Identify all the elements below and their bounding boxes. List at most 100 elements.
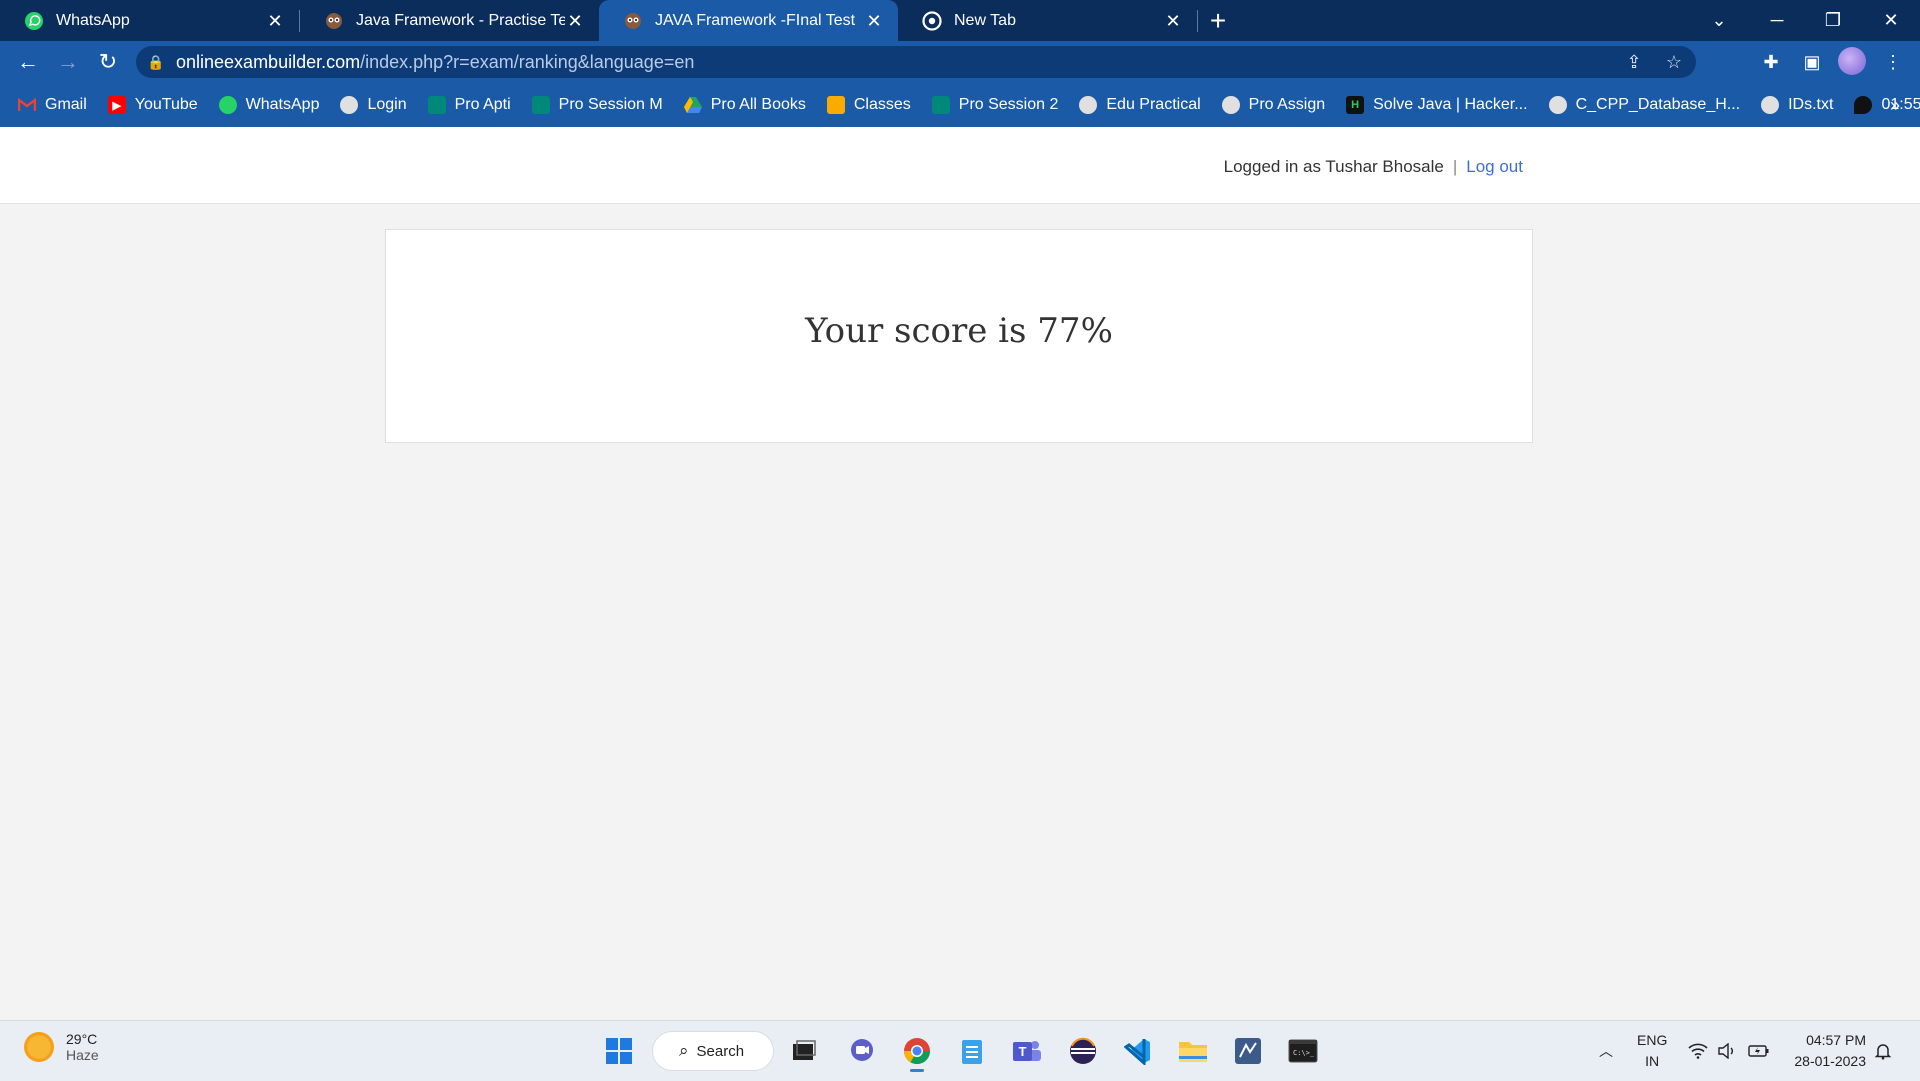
clock-time: 04:57 PM xyxy=(1806,1032,1866,1048)
bookmark-whatsapp[interactable]: WhatsApp xyxy=(218,96,319,114)
system-clock[interactable]: 04:57 PM 28-01-2023 xyxy=(1794,1030,1866,1072)
bookmark-label: Pro Apti xyxy=(454,96,511,113)
back-icon[interactable]: ← xyxy=(8,44,48,80)
close-window-icon[interactable]: ✕ xyxy=(1871,0,1911,41)
wifi-icon[interactable] xyxy=(1688,1021,1708,1081)
bookmark-edu-practical[interactable]: Edu Practical xyxy=(1079,96,1201,114)
windows-taskbar: 29°C Haze ⌕ Search T C:\>_ ︿ ENG IN 04:5… xyxy=(0,1020,1920,1081)
file-explorer-app[interactable] xyxy=(1171,1029,1215,1073)
logged-in-text: Logged in as Tushar Bhosale xyxy=(1223,157,1444,176)
more-bookmarks-icon[interactable]: » xyxy=(1890,83,1900,127)
weather-widget[interactable]: 29°C Haze xyxy=(24,1031,99,1063)
notepad-app[interactable] xyxy=(950,1029,994,1073)
teams-app[interactable]: T xyxy=(1005,1029,1049,1073)
close-tab-icon[interactable]: ✕ xyxy=(1163,11,1183,31)
language-code: ENG xyxy=(1637,1032,1668,1048)
url-domain: onlineexambuilder.com xyxy=(176,51,361,72)
bookmark-c-cpp-database[interactable]: C_CPP_Database_H... xyxy=(1548,96,1741,114)
eclipse-app[interactable] xyxy=(1061,1029,1105,1073)
tab-final-test[interactable]: JAVA Framework -FInal Test ✕ xyxy=(599,0,898,41)
login-status: Logged in as Tushar Bhosale | Log out xyxy=(1224,157,1523,177)
globe-icon xyxy=(1221,96,1240,114)
bookmark-pro-assign[interactable]: Pro Assign xyxy=(1221,96,1325,114)
globe-icon xyxy=(1761,96,1780,114)
bookmark-gmail[interactable]: Gmail xyxy=(18,96,87,114)
taskbar-search[interactable]: ⌕ Search xyxy=(652,1031,774,1071)
start-button[interactable] xyxy=(597,1029,641,1073)
task-view-button[interactable] xyxy=(782,1029,826,1073)
bookmark-solve-java[interactable]: H Solve Java | Hacker... xyxy=(1346,96,1528,114)
logout-link[interactable]: Log out xyxy=(1466,157,1523,177)
side-panel-icon[interactable]: ▣ xyxy=(1794,44,1830,80)
weather-sun-icon xyxy=(24,1032,54,1062)
terminal-app[interactable]: C:\>_ xyxy=(1281,1029,1325,1073)
bookmark-label: IDs.txt xyxy=(1788,96,1834,113)
reload-icon[interactable]: ↻ xyxy=(88,44,128,80)
share-icon[interactable]: ⇪ xyxy=(1616,46,1652,78)
search-label: Search xyxy=(696,1042,745,1060)
chat-app[interactable] xyxy=(840,1029,884,1073)
owl-icon xyxy=(623,11,643,31)
bookmark-classes[interactable]: Classes xyxy=(826,96,911,114)
volume-icon[interactable] xyxy=(1717,1021,1737,1081)
site-header: Logged in as Tushar Bhosale | Log out xyxy=(0,127,1920,204)
hackerrank-icon: H xyxy=(1346,96,1365,114)
bookmark-pro-session-2[interactable]: Pro Session 2 xyxy=(931,96,1058,114)
vscode-app[interactable] xyxy=(1116,1029,1160,1073)
tab-label: JAVA Framework -FInal Test xyxy=(655,11,856,29)
whatsapp-icon xyxy=(24,11,44,31)
chrome-icon xyxy=(922,10,942,31)
bookmark-timer[interactable]: 01:55:10 xyxy=(1854,96,1920,114)
classroom-icon xyxy=(826,96,845,114)
tab-whatsapp[interactable]: WhatsApp ✕ xyxy=(0,0,299,41)
restore-icon[interactable]: ❐ xyxy=(1813,0,1853,41)
menu-kebab-icon[interactable]: ⋮ xyxy=(1875,44,1911,80)
bookmark-pro-session-m[interactable]: Pro Session M xyxy=(531,96,663,114)
profile-avatar[interactable] xyxy=(1838,47,1866,75)
login-separator: | xyxy=(1452,157,1458,176)
score-panel: Your score is 77% xyxy=(385,229,1533,443)
region-code: IN xyxy=(1645,1053,1660,1069)
bookmark-pro-all-books[interactable]: Pro All Books xyxy=(683,96,806,114)
bookmark-label: YouTube xyxy=(134,96,198,113)
folder-icon xyxy=(1179,1042,1207,1062)
tab-practise-test[interactable]: Java Framework - Practise Test ✕ xyxy=(300,0,599,41)
tab-new-tab[interactable]: New Tab ✕ xyxy=(898,0,1197,41)
task-view-icon xyxy=(793,1040,816,1060)
bookmark-youtube[interactable]: ▶ YouTube xyxy=(107,96,198,114)
svg-text:T: T xyxy=(1019,1044,1027,1059)
bookmark-pro-apti[interactable]: Pro Apti xyxy=(427,96,511,114)
notification-bell-icon[interactable] xyxy=(1874,1021,1892,1081)
extensions-icon[interactable]: ✚ xyxy=(1753,44,1789,80)
tab-search-chevron-icon[interactable]: ⌄ xyxy=(1699,0,1739,41)
close-tab-icon[interactable]: ✕ xyxy=(265,11,285,31)
bookmark-ids-txt[interactable]: IDs.txt xyxy=(1761,96,1833,114)
mysql-workbench-app[interactable] xyxy=(1226,1029,1270,1073)
minimize-icon[interactable]: ─ xyxy=(1757,0,1797,41)
address-bar[interactable]: 🔒 onlineexambuilder.com/index.php?r=exam… xyxy=(136,46,1696,78)
new-tab-button[interactable]: + xyxy=(1198,0,1238,41)
mysql-workbench-icon xyxy=(1235,1038,1261,1064)
close-tab-icon[interactable]: ✕ xyxy=(565,11,585,31)
chat-icon xyxy=(851,1039,873,1061)
bookmark-star-icon[interactable]: ☆ xyxy=(1656,46,1692,78)
bookmark-label: Login xyxy=(367,96,407,113)
battery-charging-icon[interactable] xyxy=(1748,1021,1770,1081)
bookmark-login[interactable]: Login xyxy=(340,96,407,114)
svg-text:C:\>_: C:\>_ xyxy=(1293,1049,1315,1057)
close-tab-icon[interactable]: ✕ xyxy=(864,11,884,31)
url-path: /index.php?r=exam/ranking&language=en xyxy=(360,51,695,72)
tab-label: WhatsApp xyxy=(56,11,130,29)
forward-icon[interactable]: → xyxy=(48,44,88,80)
input-language[interactable]: ENG IN xyxy=(1637,1030,1667,1072)
globe-icon xyxy=(340,96,359,114)
drive-icon xyxy=(683,96,702,114)
show-hidden-icons-chevron-icon[interactable]: ︿ xyxy=(1599,1021,1613,1081)
chrome-app[interactable] xyxy=(895,1029,939,1073)
bookmark-label: Classes xyxy=(853,96,911,113)
search-icon: ⌕ xyxy=(679,1041,689,1060)
weather-temperature: 29°C xyxy=(66,1031,98,1047)
whatsapp-icon xyxy=(218,96,237,114)
bookmark-label: C_CPP_Database_H... xyxy=(1575,96,1741,113)
vscode-icon xyxy=(1124,1039,1150,1065)
